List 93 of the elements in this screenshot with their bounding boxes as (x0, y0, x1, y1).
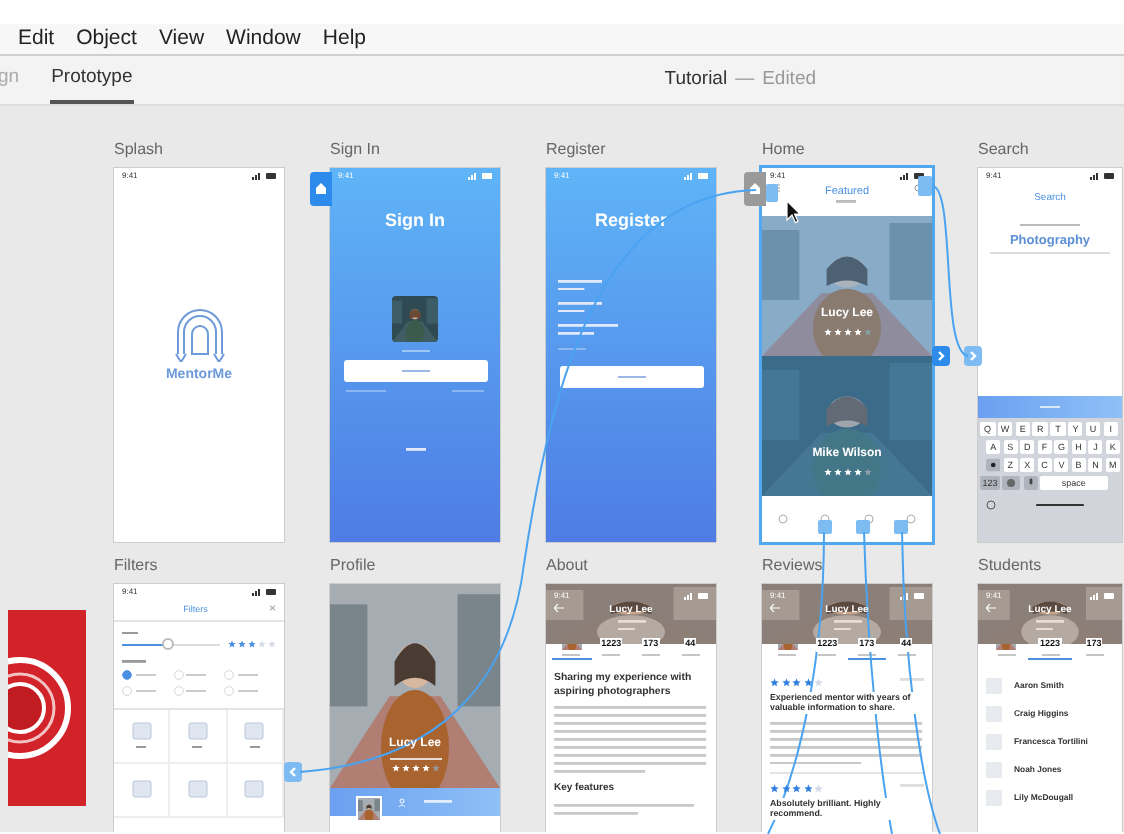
screen-title: Register (592, 208, 669, 234)
artboard-label[interactable]: Splash (114, 140, 284, 168)
category-icon[interactable] (244, 722, 265, 741)
artboard-label[interactable]: Register (546, 140, 716, 168)
menu-item[interactable]: Edit (18, 23, 55, 55)
text-lines-drawing (558, 324, 618, 336)
signal-battery-icon (1090, 172, 1114, 180)
artboard-label[interactable]: Reviews (762, 556, 932, 584)
signal-battery-icon (252, 172, 276, 180)
text-lines-drawing (900, 678, 924, 682)
category-icon[interactable] (131, 780, 152, 799)
radio-button[interactable] (173, 669, 184, 680)
menu-item[interactable]: View (158, 23, 205, 55)
connection-handle[interactable] (918, 176, 932, 196)
chevron-left-icon[interactable] (284, 762, 302, 782)
category-icon[interactable] (244, 780, 265, 799)
text-lines-drawing (136, 746, 147, 749)
text-lines-drawing (452, 389, 484, 393)
text-lines-drawing (997, 654, 1015, 657)
home-indicator-icon (1036, 503, 1084, 507)
title-separator: — (735, 65, 755, 94)
connection-handle[interactable] (894, 520, 908, 534)
connection-handle[interactable] (818, 520, 832, 534)
radio-button[interactable] (122, 669, 132, 680)
text-lines-drawing (389, 757, 441, 760)
cursor-icon (786, 200, 800, 224)
emoji-icon[interactable] (986, 500, 996, 510)
screen-title: Sign In (383, 208, 447, 234)
artboard-label[interactable]: Students (978, 556, 1122, 584)
category-icon[interactable] (131, 722, 152, 741)
artboard-label[interactable]: Search (978, 140, 1122, 168)
register-button[interactable] (559, 366, 703, 389)
connection-handle[interactable] (856, 520, 870, 534)
document-title: Tutorial (664, 65, 728, 94)
signal-battery-icon (468, 172, 492, 180)
artboard-label[interactable]: Profile (330, 556, 500, 584)
text-lines-drawing (1040, 405, 1060, 409)
circle-logo-icon (8, 610, 86, 806)
chevron-right-icon[interactable] (932, 346, 950, 366)
text-lines-drawing (122, 632, 138, 635)
text-lines-drawing (424, 800, 452, 804)
globe-icon[interactable] (1002, 476, 1021, 490)
person-add-icon[interactable] (398, 797, 408, 807)
text-lines-drawing (186, 673, 207, 676)
text-lines-drawing (558, 347, 586, 351)
artboard-label[interactable]: Filters (114, 556, 284, 584)
radio-button[interactable] (122, 685, 132, 696)
menu-item[interactable]: Object (76, 23, 137, 55)
signal-battery-icon (684, 172, 708, 180)
artboard-label[interactable]: Sign In (330, 140, 500, 168)
text-lines-drawing (405, 448, 425, 452)
text-lines-drawing (401, 349, 429, 352)
sign-in-button[interactable] (343, 359, 487, 382)
text-lines-drawing (554, 804, 694, 816)
menu-item[interactable]: Window (226, 23, 301, 55)
arch-logo-icon (169, 306, 229, 363)
category-icon[interactable] (187, 722, 208, 741)
text-lines-drawing (900, 784, 924, 788)
text-lines-drawing (1020, 223, 1080, 226)
artboard-label[interactable]: About (546, 556, 716, 584)
menu-item[interactable]: Help (322, 23, 366, 55)
home-icon[interactable] (778, 514, 789, 524)
radio-button[interactable] (173, 685, 184, 696)
microphone-icon[interactable] (1023, 476, 1038, 490)
text-lines-drawing (186, 689, 207, 692)
text-lines-drawing (778, 654, 797, 657)
text-lines-drawing (237, 689, 258, 692)
category-icon[interactable] (187, 780, 208, 799)
text-lines-drawing (836, 200, 857, 204)
radio-button[interactable] (224, 669, 235, 680)
text-lines-drawing (897, 654, 916, 657)
text-lines-drawing (558, 279, 602, 290)
artboard-label[interactable]: Home (762, 140, 932, 168)
chevron-right-icon[interactable] (964, 346, 982, 366)
text-lines-drawing (346, 389, 386, 393)
shift-icon[interactable] (986, 458, 1001, 472)
radio-button[interactable] (224, 685, 235, 696)
text-lines-drawing (617, 375, 645, 379)
text-lines-drawing (249, 746, 260, 749)
text-lines-drawing (562, 654, 581, 657)
search-button[interactable] (978, 396, 1122, 418)
text-lines-drawing (122, 660, 146, 664)
text-lines-drawing (558, 301, 602, 313)
home-flag-icon[interactable] (310, 172, 332, 206)
home-flag-icon[interactable] (744, 172, 766, 206)
connection-handle[interactable] (766, 184, 778, 202)
slider-thumb[interactable] (162, 638, 175, 651)
text-lines-drawing (401, 369, 429, 373)
text-lines-drawing (681, 654, 700, 657)
document-status: Edited (762, 65, 817, 94)
text-lines-drawing (192, 746, 203, 749)
text-lines-drawing (237, 673, 258, 676)
signal-battery-icon (252, 588, 276, 596)
